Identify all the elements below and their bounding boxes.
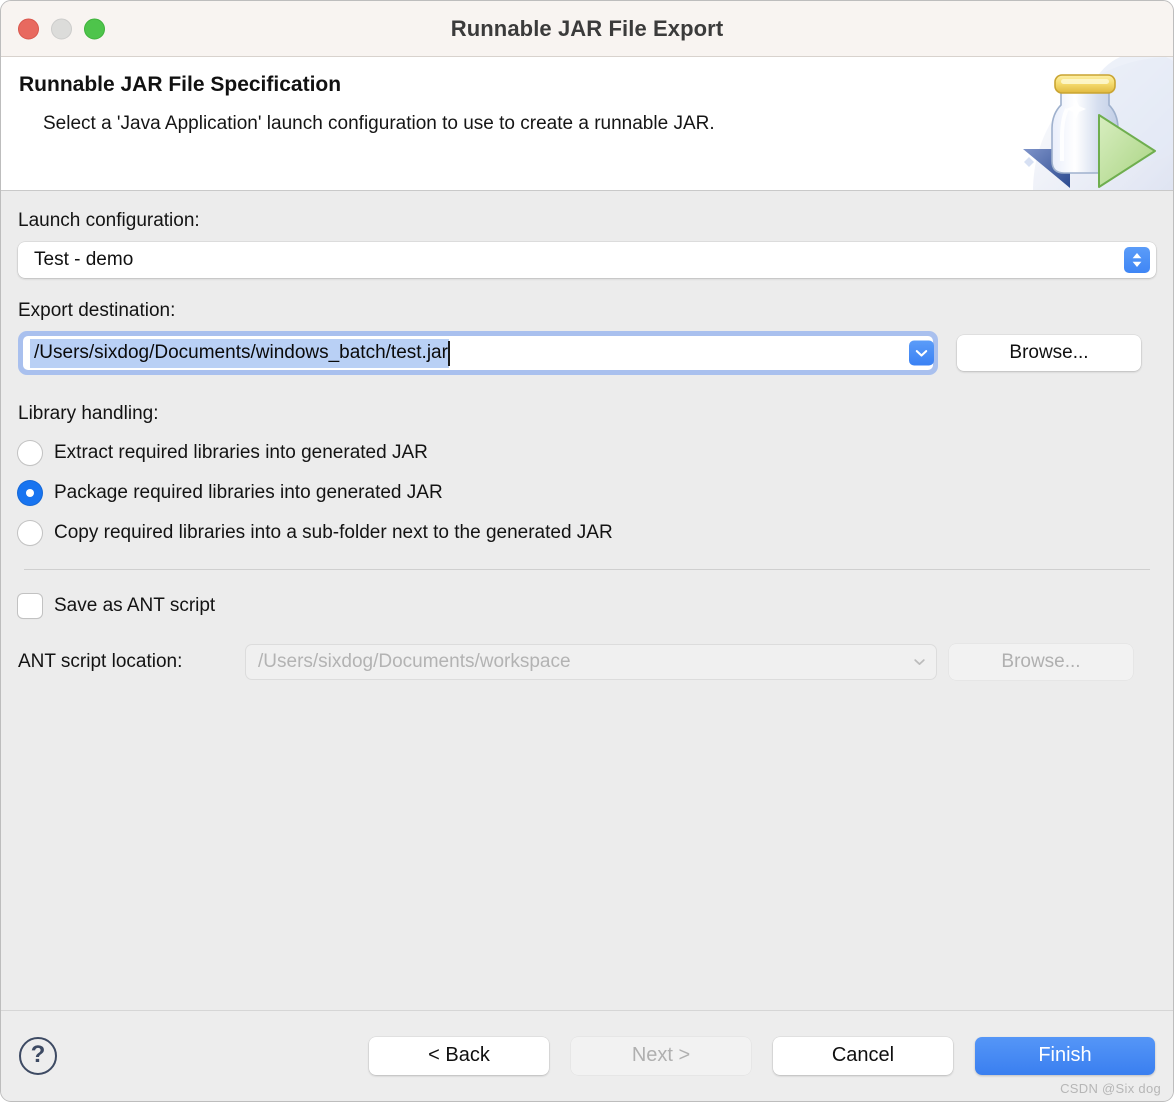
ant-script-location-row: ANT script location: /Users/sixdog/Docum… — [18, 644, 1156, 680]
help-icon[interactable]: ? — [19, 1036, 57, 1075]
ant-script-browse-button: Browse... — [949, 644, 1133, 680]
wizard-header: Runnable JAR File Specification Select a… — [1, 57, 1173, 191]
export-destination-input[interactable]: /Users/sixdog/Documents/windows_batch/te… — [23, 336, 933, 370]
title-bar: Runnable JAR File Export — [1, 1, 1173, 57]
wizard-body: Launch configuration: Test - demo Export… — [1, 191, 1173, 1010]
save-ant-script-label: Save as ANT script — [54, 595, 216, 616]
export-destination-combo[interactable]: /Users/sixdog/Documents/windows_batch/te… — [18, 331, 938, 375]
dialog-window: Runnable JAR File Export Runnable JAR Fi… — [0, 0, 1174, 1102]
close-window-button[interactable] — [18, 18, 39, 39]
maximize-window-button[interactable] — [84, 18, 105, 39]
chevron-down-icon — [913, 656, 926, 669]
window-title: Runnable JAR File Export — [450, 15, 724, 41]
radio-option-copy[interactable]: Copy required libraries into a sub-folde… — [18, 513, 1156, 553]
library-handling-radio-group: Extract required libraries into generate… — [18, 433, 1156, 553]
finish-button[interactable]: Finish — [975, 1036, 1155, 1075]
radio-icon[interactable] — [18, 441, 42, 465]
ant-script-location-value: /Users/sixdog/Documents/workspace — [258, 651, 571, 672]
radio-option-extract[interactable]: Extract required libraries into generate… — [18, 433, 1156, 473]
radio-option-package[interactable]: Package required libraries into generate… — [18, 473, 1156, 513]
page-description: Select a 'Java Application' launch confi… — [43, 113, 715, 134]
minimize-window-button[interactable] — [51, 18, 72, 39]
checkbox-icon[interactable] — [18, 594, 42, 618]
section-divider — [24, 569, 1150, 570]
library-handling-label: Library handling: — [18, 403, 159, 424]
back-button[interactable]: < Back — [369, 1036, 549, 1075]
watermark: CSDN @Six dog — [1060, 1081, 1161, 1096]
radio-label: Package required libraries into generate… — [54, 482, 443, 503]
export-destination-row: /Users/sixdog/Documents/windows_batch/te… — [18, 331, 1156, 375]
traffic-light-group — [18, 18, 105, 39]
export-destination-value: /Users/sixdog/Documents/windows_batch/te… — [30, 338, 449, 368]
radio-label: Extract required libraries into generate… — [54, 442, 428, 463]
text-caret — [447, 340, 450, 366]
radio-icon-selected[interactable] — [18, 481, 42, 505]
ant-script-location-input: /Users/sixdog/Documents/workspace — [246, 645, 936, 679]
launch-configuration-value: Test - demo — [34, 249, 134, 270]
ant-script-location-label: ANT script location: — [18, 651, 183, 672]
save-ant-script-row[interactable]: Save as ANT script — [18, 592, 1156, 620]
page-title: Runnable JAR File Specification — [19, 73, 342, 96]
radio-icon[interactable] — [18, 521, 42, 545]
chevron-up-down-icon[interactable] — [1124, 247, 1150, 273]
chevron-down-icon[interactable] — [909, 340, 934, 366]
launch-configuration-label: Launch configuration: — [18, 210, 200, 231]
cancel-button[interactable]: Cancel — [773, 1036, 953, 1075]
export-destination-browse-button[interactable]: Browse... — [957, 335, 1141, 371]
export-destination-label: Export destination: — [18, 300, 176, 321]
dialog-footer: ? < Back Next > Cancel Finish CSDN @Six … — [1, 1010, 1173, 1100]
radio-label: Copy required libraries into a sub-folde… — [54, 522, 613, 543]
footer-button-group: < Back Next > Cancel Finish — [369, 1036, 1155, 1075]
launch-configuration-select[interactable]: Test - demo — [18, 242, 1156, 278]
next-button: Next > — [571, 1036, 751, 1075]
